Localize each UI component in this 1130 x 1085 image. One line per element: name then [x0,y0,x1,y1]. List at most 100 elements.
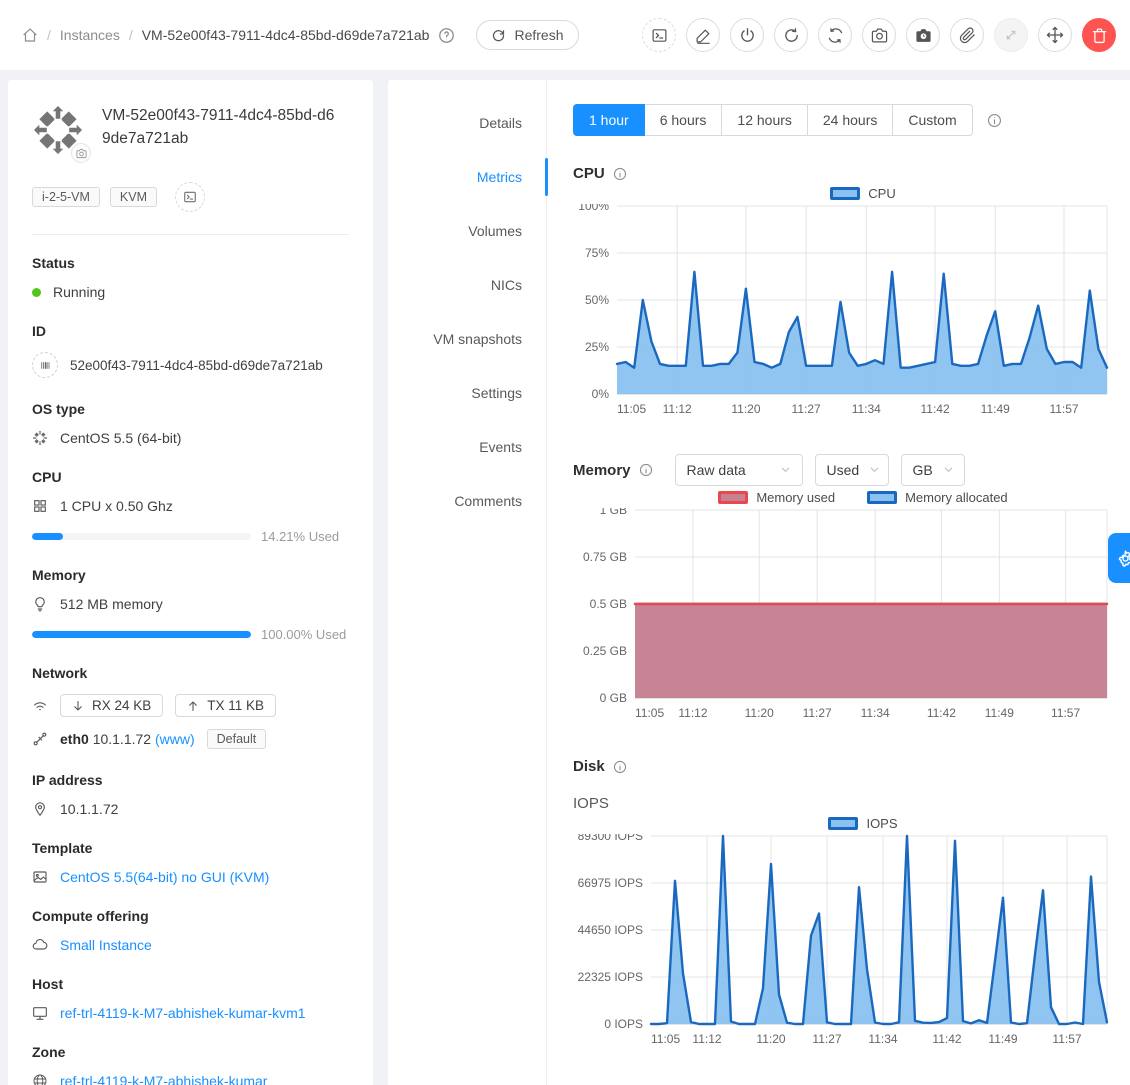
vm-header: VM-52e00f43-7911-4dc4-85bd-d69de7a721ab [32,104,349,156]
memory-used-label: 100.00% Used [261,627,349,642]
legend-item[interactable]: Memory allocated [867,490,1008,505]
chart-legend: CPU [613,182,1113,204]
svg-text:11:42: 11:42 [927,706,956,720]
console-tag-button[interactable] [175,182,205,212]
vm-tag: i-2-5-VM [32,187,100,207]
time-range-6-hours[interactable]: 6 hours [645,104,723,136]
disk-chart-title: Disk [573,758,605,775]
edit-pencil-icon [695,27,712,44]
edit-button[interactable] [686,18,720,52]
cpu-usage-bar: 14.21% Used [32,529,349,544]
legend-item[interactable]: IOPS [828,816,897,831]
settings-gear-button[interactable] [1108,533,1130,583]
arrow-down-icon [72,700,84,712]
offering-link[interactable]: Small Instance [60,937,152,953]
legend-label: Memory used [756,490,835,505]
memory-section: Memory 512 MB memory 100.00% Used [32,567,349,642]
vm-snapshot-camera-icon [915,27,932,44]
console-icon [183,190,197,204]
time-range-12-hours[interactable]: 12 hours [722,104,807,136]
svg-text:50%: 50% [585,293,609,307]
zone-link[interactable]: ref-trl-4119-k-M7-abhishek-kumar [60,1073,267,1085]
vm-snapshot-button[interactable] [906,18,940,52]
cpu-section: CPU 1 CPU x 0.50 Ghz 14.21% Used [32,469,349,544]
template-image-icon [32,869,48,885]
tab-vm-snapshots[interactable]: VM snapshots [388,312,546,366]
destroy-vm-button[interactable] [1082,18,1116,52]
host-link[interactable]: ref-trl-4119-k-M7-abhishek-kumar-kvm1 [60,1005,306,1021]
time-range-24-hours[interactable]: 24 hours [808,104,893,136]
cpu-info-icon[interactable] [613,167,627,181]
time-range-row: 1 hour6 hours12 hours24 hoursCustom [573,104,1127,136]
status-value: Running [53,284,105,300]
chevron-down-icon [943,462,954,478]
iops-chart: IOPS0 IOPS22325 IOPS44650 IOPS66975 IOPS… [573,812,1127,1054]
refresh-button[interactable]: Refresh [476,20,578,50]
legend-item[interactable]: Memory used [718,490,835,505]
nic-api-icon [32,731,48,747]
divider [32,234,349,235]
network-label: Network [32,665,349,681]
tab-details[interactable]: Details [388,96,546,150]
vm-tag: KVM [110,187,157,207]
zone-globe-icon [32,1073,48,1085]
question-circle-icon[interactable] [438,27,455,44]
memory-usage-bar: 100.00% Used [32,627,349,642]
memory-label: Memory [32,567,349,583]
template-label: Template [32,840,349,856]
memory-select-raw-data[interactable]: Raw data [675,454,803,486]
migrate-button[interactable] [1038,18,1072,52]
cpu-label: CPU [32,469,349,485]
svg-text:11:57: 11:57 [1049,402,1078,416]
svg-text:11:12: 11:12 [692,1032,721,1046]
memory-select-used[interactable]: Used [815,454,889,486]
tab-metrics[interactable]: Metrics [388,150,546,204]
tab-volumes[interactable]: Volumes [388,204,546,258]
id-label: ID [32,323,349,339]
network-section: Network RX 24 KB TX 11 KB eth0 10.1.1.72… [32,665,349,749]
attach-iso-paperclip-icon [959,27,976,44]
time-range-custom[interactable]: Custom [893,104,972,136]
offering-label: Compute offering [32,908,349,924]
nic-ip: 10.1.1.72 [93,731,151,747]
svg-text:11:42: 11:42 [920,402,949,416]
iops-subtitle: IOPS [573,795,1127,812]
nic-network-link[interactable]: (www) [155,731,195,747]
disk-info-icon[interactable] [613,760,627,774]
breadcrumb: / Instances / VM-52e00f43-7911-4dc4-85bd… [22,20,579,50]
breadcrumb-instances[interactable]: Instances [60,27,120,43]
cpu-grid-icon [32,498,48,514]
reboot-button[interactable] [774,18,808,52]
zone-label: Zone [32,1044,349,1060]
breadcrumb-vm-name: VM-52e00f43-7911-4dc4-85bd-d69de7a721ab [142,27,430,43]
tab-settings[interactable]: Settings [388,366,546,420]
reinstall-button[interactable] [818,18,852,52]
template-link[interactable]: CentOS 5.5(64-bit) no GUI (KVM) [60,869,269,885]
svg-text:0 IOPS: 0 IOPS [604,1017,643,1031]
svg-text:0 GB: 0 GB [600,691,627,705]
os-type-label: OS type [32,401,349,417]
arrow-up-icon [187,700,199,712]
attach-iso-button[interactable] [950,18,984,52]
tab-events[interactable]: Events [388,420,546,474]
stop-button[interactable] [730,18,764,52]
centos-os-icon [32,430,48,446]
take-snapshot-button[interactable] [862,18,896,52]
tab-comments[interactable]: Comments [388,474,546,528]
time-range-info-icon[interactable] [987,113,1002,128]
tab-nics[interactable]: NICs [388,258,546,312]
gear-icon [1116,549,1130,568]
legend-item[interactable]: CPU [830,186,895,201]
change-icon-camera-badge[interactable] [71,143,91,163]
svg-text:11:34: 11:34 [861,706,890,720]
svg-text:11:57: 11:57 [1051,706,1080,720]
home-icon[interactable] [22,27,38,43]
svg-text:11:49: 11:49 [988,1032,1017,1046]
console-button[interactable] [642,18,676,52]
memory-select-gb[interactable]: GB [901,454,965,486]
ip-label: IP address [32,772,349,788]
time-range-1-hour[interactable]: 1 hour [573,104,645,136]
memory-info-icon[interactable] [639,463,653,477]
console-icon [651,27,668,44]
vm-name: VM-52e00f43-7911-4dc4-85bd-d69de7a721ab [102,104,340,156]
